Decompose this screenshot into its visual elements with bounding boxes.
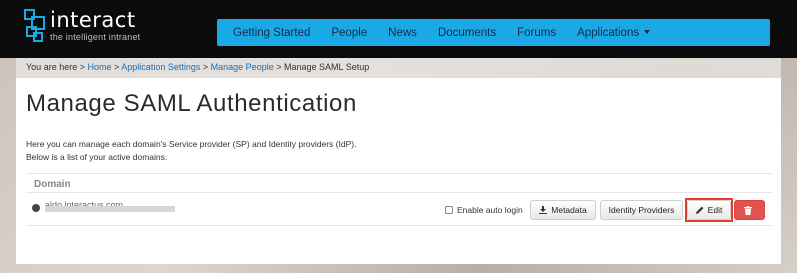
nav-forums[interactable]: Forums [517, 27, 556, 39]
top-header: interact the intelligent intranet Gettin… [0, 0, 797, 58]
delete-button[interactable] [734, 200, 765, 220]
globe-icon [32, 204, 40, 212]
domain-row: aldo.interactus.com Enable auto login Me… [26, 196, 773, 226]
auto-login-checkbox[interactable] [445, 206, 453, 214]
edit-label: Edit [707, 205, 723, 215]
auto-login-label: Enable auto login [457, 205, 523, 215]
download-icon [539, 206, 548, 214]
identity-providers-button[interactable]: Identity Providers [600, 200, 683, 220]
domain-column-header: Domain [26, 173, 773, 193]
main-nav: Getting Started People News Documents Fo… [217, 19, 770, 46]
brand-name: interact [50, 8, 136, 32]
breadcrumb-current: Manage SAML Setup [284, 62, 370, 72]
nav-getting-started[interactable]: Getting Started [233, 27, 310, 39]
identity-providers-label: Identity Providers [608, 205, 675, 215]
nav-people[interactable]: People [331, 27, 367, 39]
breadcrumb-home-link[interactable]: Home [87, 62, 111, 72]
description-line-1: Here you can manage each domain's Servic… [26, 139, 357, 149]
nav-news[interactable]: News [388, 27, 417, 39]
redaction-bar [45, 206, 175, 212]
breadcrumb-prefix: You are here > [26, 62, 85, 72]
breadcrumb-separator: > [276, 62, 282, 72]
metadata-button[interactable]: Metadata [530, 200, 596, 220]
breadcrumb-manage-people-link[interactable]: Manage People [211, 62, 274, 72]
nav-documents[interactable]: Documents [438, 27, 496, 39]
trash-icon [743, 205, 752, 215]
breadcrumb-separator: > [114, 62, 120, 72]
breadcrumb-separator: > [202, 62, 209, 72]
pencil-icon [695, 206, 704, 214]
interact-logo-icon [24, 9, 45, 42]
interact-logo[interactable]: interact the intelligent intranet [24, 9, 140, 43]
breadcrumb: You are here > Home > Application Settin… [16, 58, 781, 78]
brand-tagline: the intelligent intranet [50, 32, 141, 42]
metadata-label: Metadata [551, 205, 587, 215]
main-content-card: Manage SAML Authentication Here you can … [16, 78, 781, 264]
description-line-2: Below is a list of your active domains. [26, 152, 168, 162]
edit-button[interactable]: Edit [687, 200, 731, 220]
page-title: Manage SAML Authentication [26, 90, 357, 117]
caret-down-icon [644, 30, 651, 35]
enable-auto-login[interactable]: Enable auto login [445, 205, 523, 215]
nav-applications-label: Applications [577, 26, 640, 39]
page-description: Here you can manage each domain's Servic… [26, 138, 356, 164]
nav-applications[interactable]: Applications [577, 26, 651, 39]
breadcrumb-app-settings-link[interactable]: Application Settings [121, 62, 200, 72]
